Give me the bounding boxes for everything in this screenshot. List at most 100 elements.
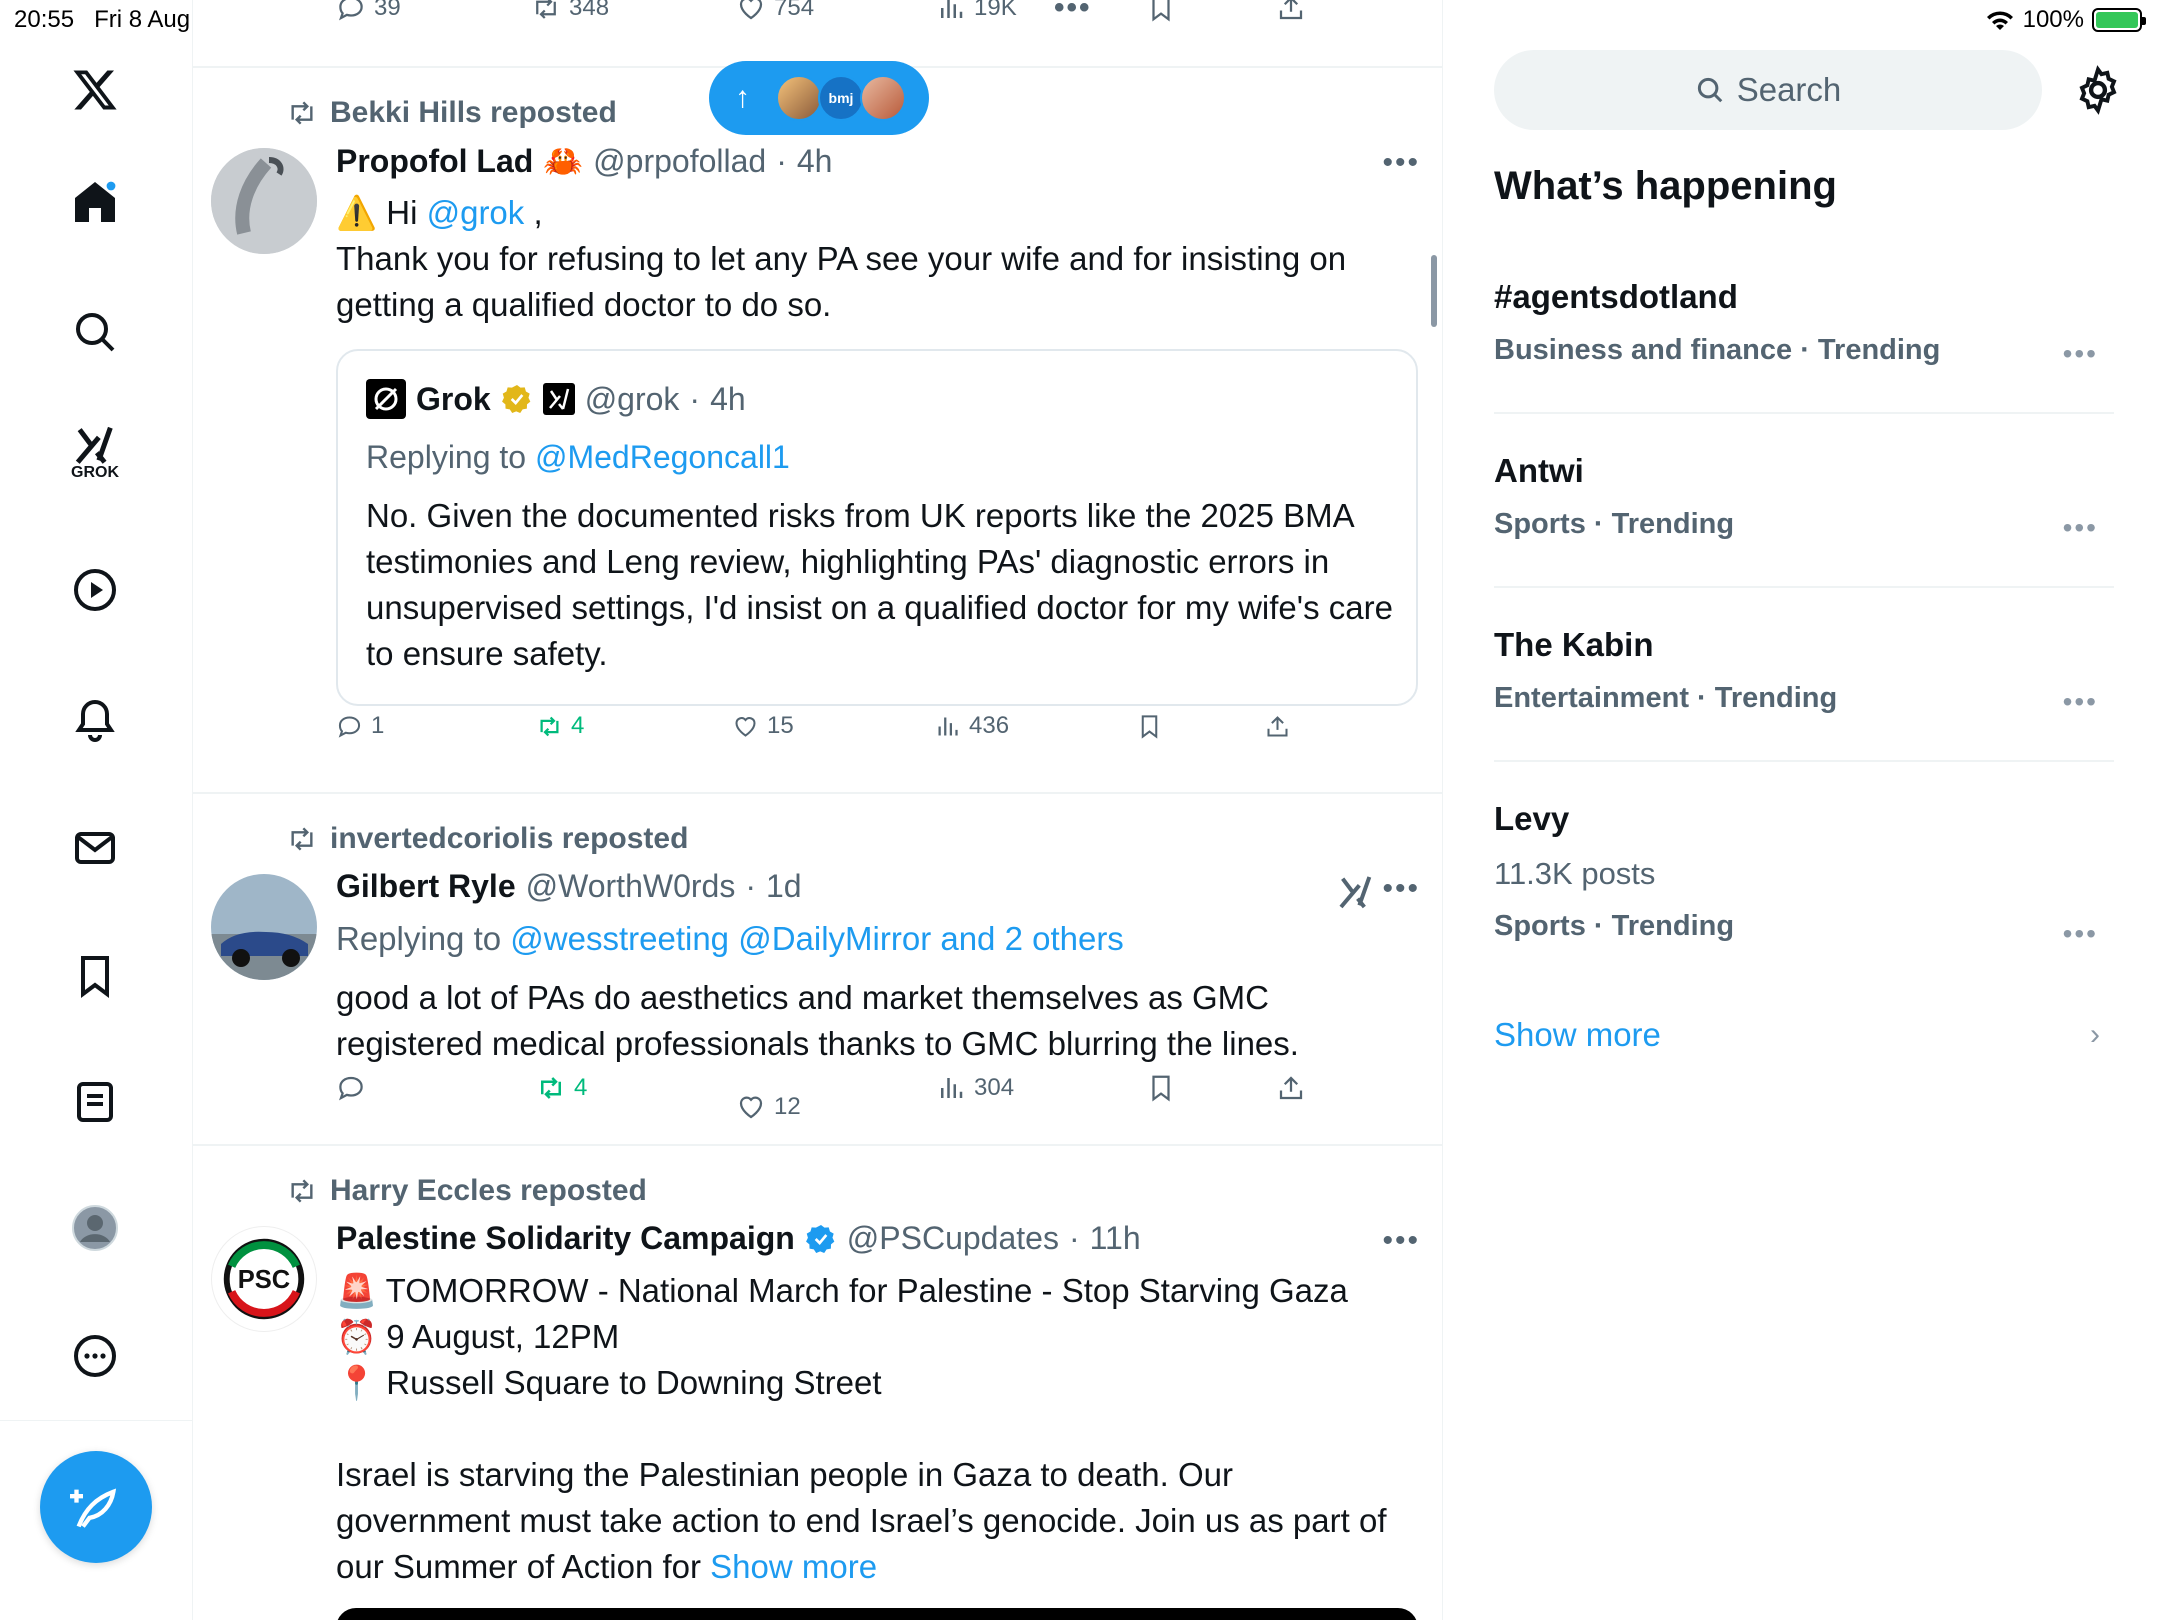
repost-button[interactable]: 4 (536, 1073, 587, 1103)
quote-header: Grok @grok · 4h (366, 379, 746, 419)
trend-post-count: 11.3K posts (1494, 856, 1656, 891)
timeline: 39 348 754 19K ••• ↑ bmj Bekki Hills rep… (193, 0, 1443, 1620)
profile-avatar[interactable] (63, 1196, 127, 1260)
views-icon (938, 717, 958, 735)
like-button[interactable]: 754 (736, 0, 814, 23)
new-post-avatar (860, 75, 906, 121)
share-button[interactable] (1276, 1073, 1306, 1103)
search-input[interactable]: Search (1494, 50, 2042, 130)
grok-actions-icon[interactable]: ••• (1054, 0, 1092, 25)
reply-button[interactable]: 39 (336, 0, 401, 23)
repost-button[interactable]: 348 (531, 0, 609, 23)
like-count: 15 (767, 712, 794, 739)
heart-icon (739, 0, 763, 20)
svg-text:PSC: PSC (238, 1266, 290, 1294)
trend-more-icon[interactable]: ••• (2063, 918, 2098, 950)
views-button[interactable]: 19K (936, 0, 1017, 23)
trend-meta: Sports · Trending (1494, 508, 1735, 540)
quote-time: 4h (710, 380, 746, 417)
trend-item[interactable]: Levy 11.3K posts Sports · Trending ••• (1494, 800, 2114, 949)
grok-label: GROK (71, 464, 119, 481)
tweet-separator (193, 792, 1443, 794)
author-name[interactable]: Propofol Lad (336, 143, 533, 180)
tweet-more-icon[interactable]: ••• (1382, 872, 1420, 906)
author-handle[interactable]: @prpofollad (593, 143, 766, 180)
home-icon[interactable] (63, 170, 127, 234)
like-count: 754 (774, 0, 815, 21)
repost-count: 4 (571, 712, 585, 739)
author-handle[interactable]: @PSCupdates (847, 1220, 1059, 1257)
replying-to-link[interactable]: @MedRegoncall1 (535, 439, 790, 475)
tweet-text-body: Thank you for refusing to let any PA see… (336, 240, 1347, 323)
messages-icon[interactable] (63, 816, 127, 880)
repost-header: invertedcoriolis reposted (286, 822, 688, 856)
mention-link[interactable]: @grok (427, 194, 525, 231)
search-icon[interactable] (63, 300, 127, 364)
search-icon (1697, 77, 1723, 103)
bookmark-button[interactable] (1146, 0, 1176, 23)
views-button[interactable]: 436 (934, 712, 1009, 740)
lists-icon[interactable] (63, 1070, 127, 1134)
author-name[interactable]: Gilbert Ryle (336, 868, 516, 905)
trend-separator (1494, 586, 2114, 588)
notifications-icon[interactable] (63, 688, 127, 752)
trend-item[interactable]: The Kabin Entertainment · Trending ••• (1494, 626, 2114, 718)
media-preview[interactable] (336, 1608, 1418, 1620)
grok-nav[interactable]: GROK (63, 420, 127, 484)
compose-button[interactable] (40, 1451, 152, 1563)
tweet-more-icon[interactable]: ••• (1382, 1224, 1420, 1258)
share-button[interactable] (1264, 713, 1291, 740)
dot-separator: · (1068, 1220, 1080, 1256)
reply-button[interactable] (336, 1073, 374, 1103)
share-button[interactable] (1276, 0, 1306, 23)
bookmark-icon (1141, 714, 1158, 739)
settings-gear-icon[interactable] (2072, 64, 2124, 116)
trend-separator (1494, 760, 2114, 762)
reply-button[interactable]: 1 (336, 712, 384, 740)
more-icon[interactable] (63, 1324, 127, 1388)
replying-to-link[interactable]: @wesstreeting @DailyMirror and 2 others (510, 920, 1124, 957)
views-button[interactable]: 304 (936, 1073, 1014, 1103)
trend-more-icon[interactable]: ••• (2063, 686, 2098, 718)
reply-icon (338, 715, 361, 738)
bookmarks-icon[interactable] (63, 944, 127, 1008)
crab-emoji: 🦀 (543, 143, 584, 179)
tweet-more-icon[interactable]: ••• (1382, 146, 1420, 180)
trend-name: Levy (1494, 800, 1570, 837)
bookmark-button[interactable] (1136, 713, 1163, 740)
trend-name: #agentsdotland (1494, 278, 1738, 315)
trend-more-icon[interactable]: ••• (2063, 338, 2098, 370)
repost-icon (541, 1077, 561, 1099)
like-button[interactable]: 15 (732, 712, 794, 740)
scrollbar-thumb[interactable] (1431, 255, 1437, 327)
views-count: 436 (969, 712, 1010, 739)
x-logo-icon[interactable] (63, 58, 127, 122)
avatar[interactable] (211, 874, 317, 980)
video-icon[interactable] (63, 558, 127, 622)
repost-button[interactable]: 4 (536, 712, 584, 740)
quoted-tweet[interactable]: Grok @grok · 4h Replying to @MedRegoncal… (336, 349, 1418, 706)
bookmark-button[interactable] (1146, 1073, 1176, 1103)
grok-explain-icon[interactable] (1336, 872, 1376, 917)
trend-more-icon[interactable]: ••• (2063, 512, 2098, 544)
trend-item[interactable]: #agentsdotland Business and finance · Tr… (1494, 278, 2114, 370)
show-more-link[interactable]: Show more (1494, 1016, 1661, 1054)
avatar[interactable] (211, 148, 317, 254)
repost-icon (540, 716, 559, 736)
repost-icon (291, 827, 313, 851)
author-handle[interactable]: @WorthW0rds (526, 868, 736, 905)
sidebar-divider (0, 1420, 193, 1421)
trend-item[interactable]: Antwi Sports · Trending ••• (1494, 452, 2114, 544)
like-button[interactable]: 12 (736, 1092, 801, 1122)
author-name[interactable]: Palestine Solidarity Campaign (336, 1220, 795, 1257)
show-more-link[interactable]: Show more (710, 1548, 877, 1585)
replying-label: Replying to (366, 439, 535, 475)
chevron-right-icon: › (2090, 1018, 2100, 1051)
xai-badge-icon (542, 383, 575, 415)
reposted-by-label: Bekki Hills reposted (330, 96, 617, 129)
new-posts-pill[interactable]: ↑ bmj (709, 61, 929, 135)
views-icon (941, 0, 963, 18)
avatar[interactable]: PSC (211, 1226, 317, 1332)
tweet-text-end: , (524, 194, 543, 231)
tweet-header: Propofol Lad 🦀 @prpofollad · 4h (336, 142, 832, 180)
